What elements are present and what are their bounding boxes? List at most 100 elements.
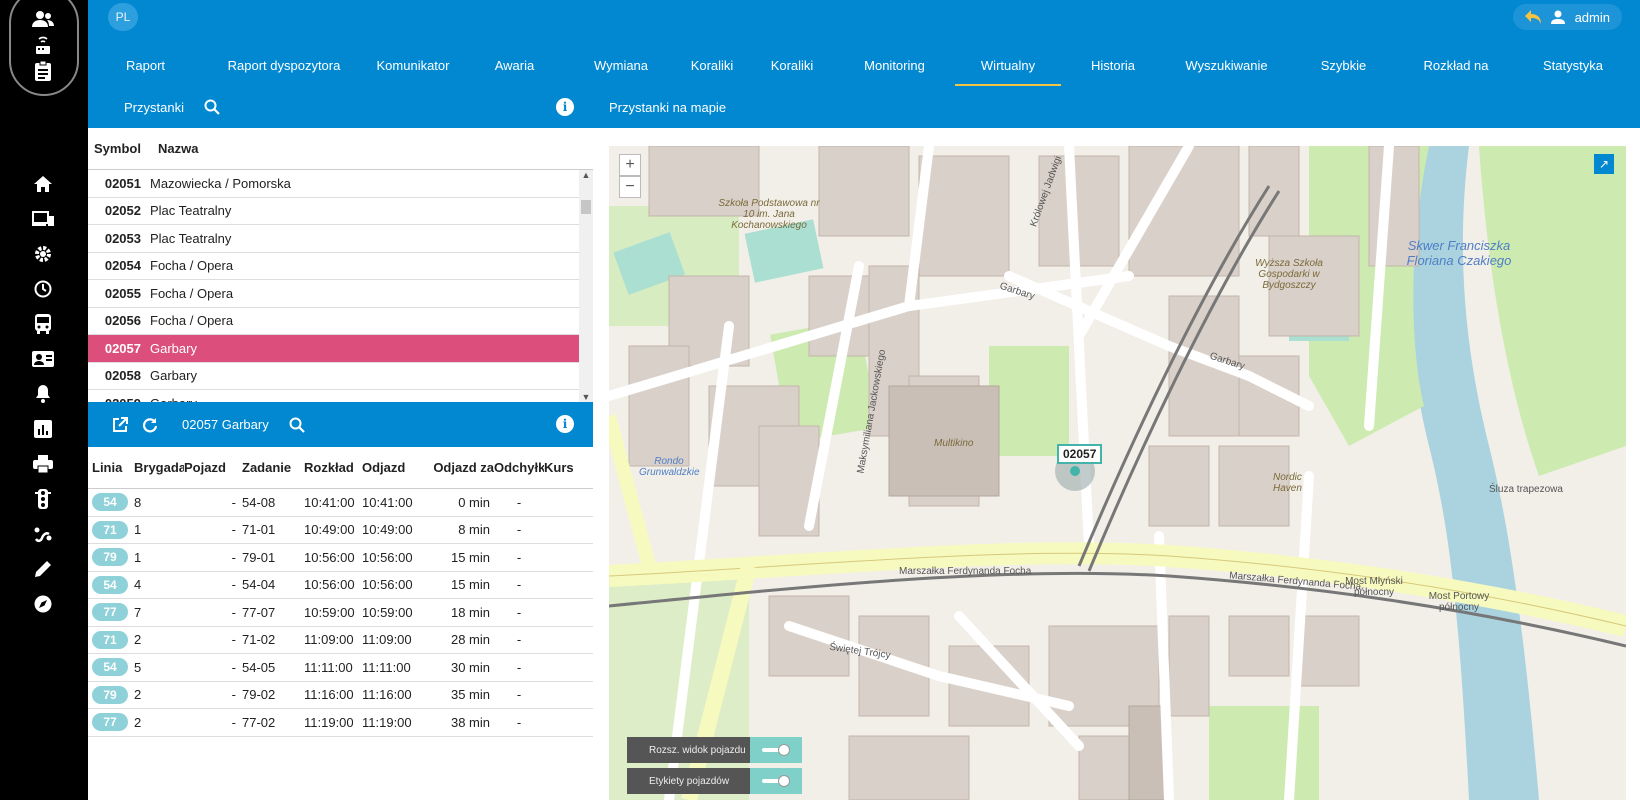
dep-col-header[interactable]: Brygada — [134, 460, 184, 475]
tab-awaria[interactable]: Awaria — [461, 44, 568, 86]
print-icon[interactable] — [30, 451, 56, 477]
info-icon[interactable]: i — [556, 98, 574, 116]
line-badge: 71 — [92, 630, 128, 649]
dep-cell-in: 8 min — [458, 522, 490, 538]
stop-symbol: 02051 — [104, 175, 141, 191]
dep-col-header[interactable]: Kurs — [544, 460, 584, 475]
departure-row[interactable]: 79 1-79-01 10:56:00 10:56:00 15 min - — [88, 544, 593, 572]
toggle-vehicle-labels-switch[interactable] — [750, 768, 802, 794]
zoom-out-button[interactable]: − — [619, 176, 641, 198]
dep-cell-vehicle: - — [231, 687, 236, 703]
toggle-vehicle-view[interactable]: Rozsz. widok pojazdu — [627, 737, 802, 763]
departure-row[interactable]: 54 5-54-05 11:11:00 11:11:00 30 min - — [88, 654, 593, 682]
dep-col-header[interactable]: Odjazd — [362, 460, 422, 475]
undo-icon[interactable] — [1524, 10, 1541, 24]
dep-cell-vehicle: - — [231, 714, 236, 730]
departure-row[interactable]: 79 2-79-02 11:16:00 11:16:00 35 min - — [88, 682, 593, 709]
stop-row[interactable]: 02058 Garbary — [88, 363, 593, 390]
dep-cell-brigade: 7 — [134, 604, 142, 620]
departure-row[interactable]: 54 4-54-04 10:56:00 10:56:00 15 min - — [88, 572, 593, 599]
stop-row[interactable]: 02056 Focha / Opera — [88, 308, 593, 335]
scroll-up-icon[interactable]: ▲ — [579, 170, 593, 180]
contact-card-icon[interactable] — [30, 346, 56, 372]
tab-monitoring[interactable]: Monitoring — [834, 44, 955, 86]
stop-row[interactable]: 02055 Focha / Opera — [88, 280, 593, 308]
bell-icon[interactable] — [30, 381, 56, 407]
stop-row[interactable]: 02057 Garbary — [88, 335, 593, 363]
stop-row[interactable]: 02053 Plac Teatralny — [88, 225, 593, 253]
toggle-vehicle-view-switch[interactable] — [750, 737, 802, 763]
stops-scrollbar[interactable]: ▲ ▼ — [579, 170, 593, 402]
toggle-vehicle-labels[interactable]: Etykiety pojazdów — [627, 768, 802, 794]
traffic-light-icon[interactable] — [30, 486, 56, 512]
dep-cell-dev: - — [516, 494, 522, 510]
route-icon[interactable] — [30, 521, 56, 547]
user-menu[interactable]: admin — [1512, 4, 1622, 30]
zoom-in-button[interactable]: + — [619, 154, 641, 176]
departure-row[interactable]: 54 8-54-08 10:41:00 10:41:00 0 min - — [88, 489, 593, 517]
device-signal-icon[interactable] — [30, 32, 56, 58]
tab-raport-dyspozytora[interactable]: Raport dyspozytora — [203, 44, 365, 86]
tab-wyszukiwanie[interactable]: Wyszukiwanie — [1165, 44, 1288, 86]
stop-name: Plac Teatralny — [150, 203, 232, 219]
chart-icon[interactable] — [30, 416, 56, 442]
stop-row[interactable]: 02054 Focha / Opera — [88, 253, 593, 280]
dep-col-header[interactable]: Zadanie — [242, 460, 304, 475]
home-icon[interactable] — [30, 171, 56, 197]
departure-row[interactable]: 77 2-77-02 11:19:00 11:19:00 38 min - — [88, 709, 593, 737]
pencil-icon[interactable] — [30, 556, 56, 582]
tab-historia[interactable]: Historia — [1061, 44, 1165, 86]
stop-name: Focha / Opera — [150, 313, 234, 329]
departures-info-icon[interactable]: i — [556, 415, 574, 433]
departures-search-icon[interactable] — [289, 417, 305, 433]
line-badge: 54 — [92, 493, 128, 512]
departure-row[interactable]: 77 7-77-07 10:59:00 10:59:00 18 min - — [88, 599, 593, 627]
dep-cell-task: 71-01 — [242, 522, 276, 538]
fullscreen-icon[interactable]: ↗ — [1594, 154, 1614, 174]
scroll-thumb[interactable] — [581, 200, 591, 214]
dep-col-header[interactable]: Odchyłka — [494, 460, 544, 475]
tab-statystyka[interactable]: Statystyka — [1513, 44, 1633, 86]
tab-wirtualny[interactable]: Wirtualny — [955, 44, 1061, 86]
devices-icon[interactable] — [30, 206, 56, 232]
tab-koraliki[interactable]: Koraliki — [674, 44, 750, 86]
refresh-icon[interactable] — [142, 417, 158, 433]
stop-symbol: 02056 — [104, 313, 141, 329]
stop-row[interactable]: 02059Garbary — [88, 390, 593, 402]
clipboard-icon[interactable] — [30, 58, 56, 84]
stop-marker-label[interactable]: 02057 — [1057, 444, 1103, 464]
open-external-icon[interactable] — [112, 416, 128, 433]
tab-rozkład-na[interactable]: Rozkład na — [1399, 44, 1513, 86]
dep-col-header[interactable]: Odjazd za — [422, 460, 494, 475]
map-label-multikino: Multikino — [934, 438, 974, 449]
departure-row[interactable]: 71 2-71-02 11:09:00 11:09:00 28 min - — [88, 627, 593, 654]
dep-cell-vehicle: - — [231, 577, 236, 593]
tab-szybkie[interactable]: Szybkie — [1288, 44, 1399, 86]
bus-icon[interactable] — [30, 311, 56, 337]
line-badge: 79 — [92, 548, 128, 567]
top-bar: PL admin Raport Raport dyspozytora Komunik… — [88, 0, 1640, 86]
tab-wymiana[interactable]: Wymiana — [568, 44, 674, 86]
compass-icon[interactable] — [30, 591, 56, 617]
dep-cell-brigade: 1 — [134, 522, 142, 538]
search-icon[interactable] — [204, 99, 220, 115]
clock-icon[interactable] — [30, 276, 56, 302]
dep-cell-in: 15 min — [450, 549, 490, 565]
dep-col-header[interactable]: Linia — [88, 460, 134, 475]
departure-row[interactable]: 71 1-71-01 10:49:00 10:49:00 8 min - — [88, 517, 593, 544]
dep-col-header[interactable]: Pojazd — [184, 460, 242, 475]
stop-row[interactable]: 02052 Plac Teatralny — [88, 198, 593, 225]
dep-col-header[interactable]: Rozkład — [304, 460, 362, 475]
dep-cell-brigade: 2 — [134, 687, 142, 703]
dep-cell-schedule: 10:59:00 — [304, 604, 355, 620]
scroll-down-icon[interactable]: ▼ — [579, 392, 593, 402]
dep-cell-in: 35 min — [450, 687, 490, 703]
language-button[interactable]: PL — [108, 3, 138, 31]
users-icon[interactable] — [30, 6, 56, 32]
tab-raport[interactable]: Raport — [88, 44, 203, 86]
settings-icon[interactable] — [30, 241, 56, 267]
map[interactable]: + − ↗ 02057 Garbary Garbary Marszałka Fe… — [609, 146, 1626, 800]
tab-komunikator[interactable]: Komunikator — [365, 44, 461, 86]
stop-row[interactable]: 02051 Mazowiecka / Pomorska — [88, 170, 593, 198]
tab-koraliki[interactable]: Koraliki — [750, 44, 834, 86]
